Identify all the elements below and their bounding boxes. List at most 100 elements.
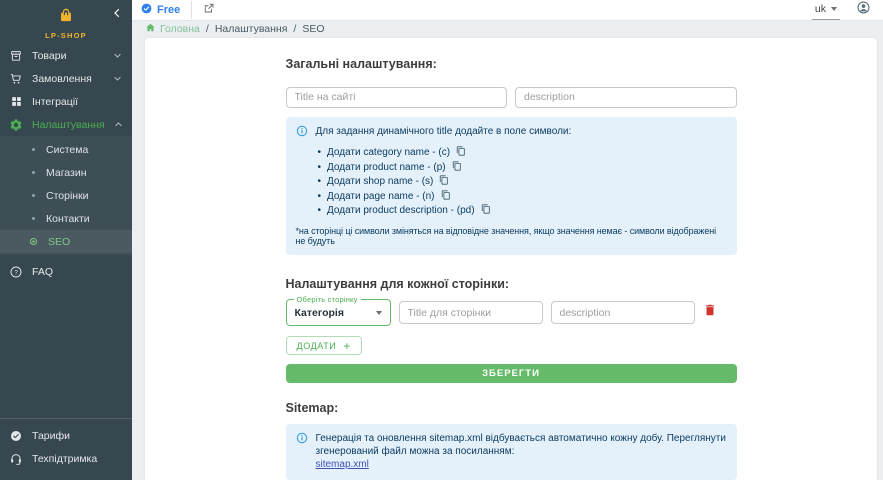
hint-footnote: *на сторінці ці символи зміняться на від… (296, 226, 727, 246)
sidebar-item-products[interactable]: Товари (0, 44, 132, 67)
copy-product-symbol-button[interactable] (452, 161, 462, 174)
chevron-down-icon (376, 311, 382, 315)
sidebar-item-label: Контакти (46, 213, 90, 225)
sidebar-item-label: Налаштування (32, 119, 105, 131)
symbol-list: • Додати category name - (c) • Додати pr… (318, 146, 727, 219)
list-item: • Додати page name - (n) (318, 189, 727, 204)
copy-icon (452, 161, 462, 174)
breadcrumb: Головна / Налаштування / SEO (132, 21, 883, 38)
symbol-text: Додати category name - (c) (327, 147, 450, 158)
external-link-icon (203, 1, 215, 19)
dynamic-title-hint-box: Для задання динамічного title додайте в … (286, 117, 737, 256)
sidebar-item-shop[interactable]: Магазин (0, 161, 132, 184)
sidebar-item-faq[interactable]: ? FAQ (0, 260, 132, 283)
sidebar-item-integrations[interactable]: Інтеграції (0, 90, 132, 113)
sidebar-item-label: Сторінки (46, 190, 89, 202)
breadcrumb-separator: / (293, 23, 296, 35)
sitemap-heading: Sitemap: (286, 401, 737, 415)
copy-icon (441, 190, 451, 203)
sitemap-link[interactable]: sitemap.xml (316, 459, 369, 470)
per-page-settings-heading: Налаштування для кожної сторінки: (286, 277, 737, 291)
home-icon (145, 22, 156, 36)
trash-icon (703, 303, 717, 322)
shop-bag-logo-icon (57, 7, 75, 29)
sidebar-item-seo[interactable]: SEO (0, 230, 132, 253)
page-select[interactable]: Оберіть сторінку Категорія (286, 299, 391, 326)
symbol-text: Додати product description - (pd) (327, 205, 475, 216)
copy-icon (439, 175, 449, 188)
svg-text:?: ? (14, 269, 18, 276)
apps-grid-icon (9, 95, 23, 109)
copy-page-symbol-button[interactable] (441, 190, 451, 203)
sidebar-item-label: Магазин (46, 167, 87, 179)
language-select[interactable]: uk (812, 1, 840, 20)
sidebar-collapse-button[interactable] (111, 6, 123, 18)
page-select-value: Категорія (295, 307, 344, 319)
page-select-label: Оберіть сторінку (294, 295, 361, 304)
breadcrumb-section: Налаштування (215, 23, 288, 35)
sidebar-item-label: Система (46, 144, 88, 156)
per-page-row: Оберіть сторінку Категорія (286, 299, 737, 326)
bullet-icon: • (318, 205, 322, 216)
main-column: Free uk (132, 0, 883, 480)
sidebar-item-pages[interactable]: Сторінки (0, 184, 132, 207)
copy-icon (481, 204, 491, 217)
sidebar-item-label: FAQ (32, 266, 122, 278)
site-description-input[interactable] (515, 87, 737, 108)
general-fields-row (286, 87, 737, 108)
sidebar-item-label: Замовлення (32, 73, 104, 85)
copy-category-symbol-button[interactable] (456, 146, 466, 159)
sidebar-item-system[interactable]: Система (0, 138, 132, 161)
bullet-dot-icon (32, 171, 35, 174)
sitemap-info-text-wrap: Генерація та оновлення sitemap.xml відбу… (316, 432, 727, 471)
sidebar-bottom-section: Тарифи Техпідтримка (0, 418, 132, 480)
chevron-down-icon (113, 51, 122, 60)
list-item: • Додати product name - (p) (318, 160, 727, 175)
site-title-input[interactable] (286, 87, 508, 108)
bullet-dot-icon (32, 194, 35, 197)
copy-product-description-symbol-button[interactable] (481, 204, 491, 217)
sidebar-header: LP-SHOP (0, 0, 132, 44)
shopping-cart-icon (9, 72, 23, 86)
save-button[interactable]: ЗБЕРЕГТИ (286, 364, 737, 383)
bullet-icon: • (318, 191, 322, 202)
headset-icon (9, 452, 23, 466)
add-page-settings-button[interactable]: ДОДАТИ + (286, 336, 362, 355)
app-window: LP-SHOP Товари Замовлення (0, 0, 883, 480)
add-button-label: ДОДАТИ (297, 341, 337, 351)
copy-shop-symbol-button[interactable] (439, 175, 449, 188)
settings-submenu: Система Магазин Сторінки Контакти SEO (0, 136, 132, 255)
symbol-text: Додати shop name - (s) (327, 176, 433, 187)
chevron-up-icon (114, 120, 123, 129)
bullet-dot-icon (32, 217, 35, 220)
topbar-divider (191, 1, 192, 19)
sidebar-item-settings[interactable]: Налаштування (0, 113, 132, 136)
copy-icon (456, 146, 466, 159)
open-site-button[interactable] (203, 1, 215, 19)
sidebar-item-tariffs[interactable]: Тарифи (0, 424, 132, 447)
hint-intro-row: Для задання динамічного title додайте в … (296, 125, 727, 141)
sidebar-item-label: SEO (48, 236, 70, 248)
question-circle-icon: ? (9, 265, 23, 279)
page-title-input[interactable] (399, 301, 543, 324)
bullet-dot-icon (32, 148, 35, 151)
delete-row-button[interactable] (703, 303, 717, 322)
sidebar-item-orders[interactable]: Замовлення (0, 67, 132, 90)
language-select-value: uk (815, 3, 826, 15)
breadcrumb-home-label: Головна (160, 23, 200, 35)
verified-check-icon (140, 2, 153, 18)
breadcrumb-home-link[interactable]: Головна (145, 22, 200, 36)
sidebar-item-label: Тарифи (32, 430, 122, 442)
sidebar-item-label: Товари (32, 50, 104, 62)
chevron-down-icon (113, 74, 122, 83)
products-box-icon (9, 49, 23, 63)
general-settings-heading: Загальні налаштування: (286, 57, 737, 71)
account-button[interactable] (856, 0, 871, 20)
sidebar-item-contacts[interactable]: Контакти (0, 207, 132, 230)
plan-badge[interactable]: Free (140, 2, 180, 18)
sidebar-item-support[interactable]: Техпідтримка (0, 447, 132, 470)
breadcrumb-separator: / (206, 23, 209, 35)
symbol-text: Додати page name - (n) (327, 191, 435, 202)
page-description-input[interactable] (551, 301, 695, 324)
seo-settings-content: Загальні налаштування: Для задання динам… (286, 38, 737, 480)
